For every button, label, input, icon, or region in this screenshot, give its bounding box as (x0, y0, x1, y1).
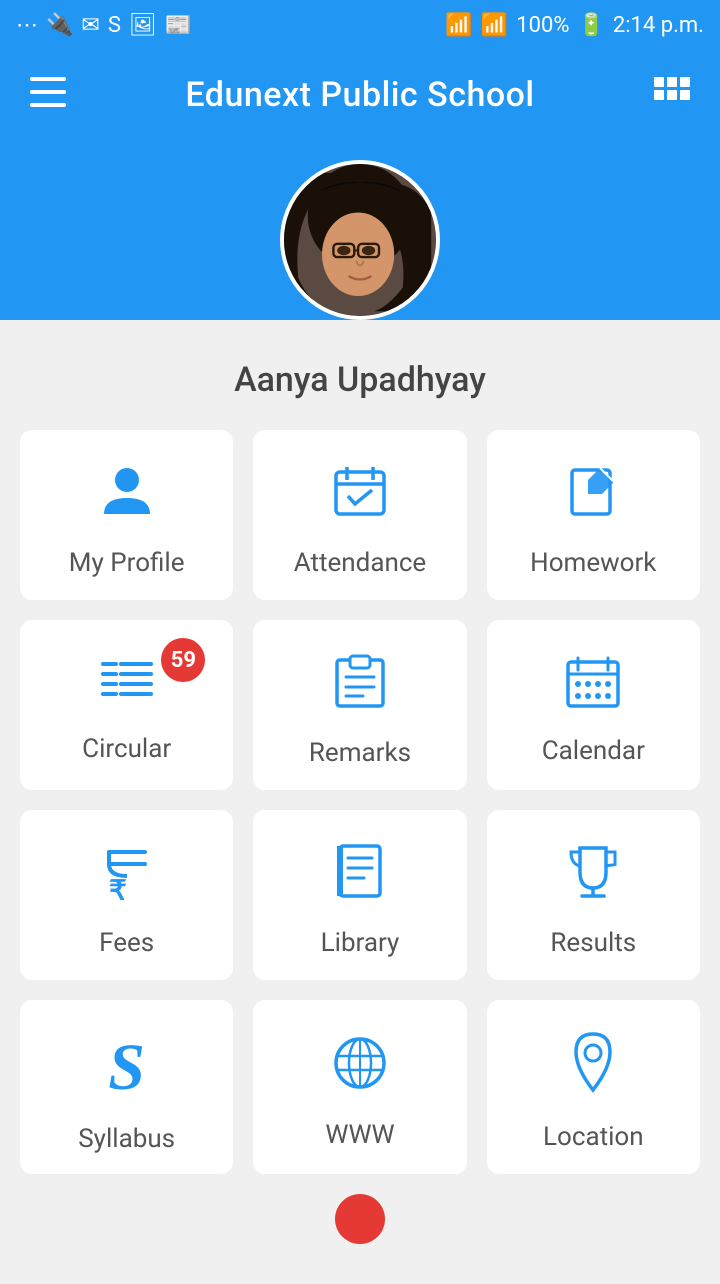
grid-item-label-syllabus: Syllabus (78, 1124, 175, 1154)
signal-icon: 📶 (481, 13, 508, 38)
status-bar-right: 📶 📶 100% 🔋 2:14 p.m. (445, 13, 704, 38)
grid-item-www[interactable]: WWW (253, 1000, 466, 1174)
grid-item-label-homework: Homework (530, 548, 656, 578)
flipboard-icon: 📰 (165, 13, 192, 38)
grid-item-label-calendar: Calendar (542, 736, 645, 766)
avatar (280, 160, 440, 320)
grid-item-library[interactable]: Library (253, 810, 466, 980)
image-icon: 🖼 (129, 13, 157, 38)
edit-icon (564, 462, 622, 530)
wifi-icon: 📶 (445, 13, 472, 38)
menu-dots-icon: ⋯ (16, 13, 38, 38)
mail-icon: ✉ (81, 13, 99, 38)
grid-item-my-profile[interactable]: My Profile (20, 430, 233, 600)
menu-grid: My Profile Attendance (10, 430, 710, 1174)
grid-item-circular[interactable]: 59 Circular (20, 620, 233, 790)
grid-item-label-my-profile: My Profile (69, 548, 185, 578)
grid-item-syllabus[interactable]: S Syllabus (20, 1000, 233, 1174)
bottom-fab-hint[interactable] (335, 1194, 385, 1244)
grid-item-label-fees: Fees (99, 928, 154, 958)
grid-item-label-circular: Circular (82, 734, 171, 764)
grid-item-label-www: WWW (325, 1120, 394, 1150)
user-name: Aanya Upadhyay (234, 360, 486, 400)
time-display: 2:14 p.m. (613, 13, 704, 38)
rupee-icon: ₹ (105, 842, 149, 910)
clipboard-icon (333, 652, 387, 720)
person-icon (98, 462, 156, 530)
hamburger-menu-icon[interactable] (30, 74, 66, 116)
grid-item-location[interactable]: Location (487, 1000, 700, 1174)
calendar-check-icon (331, 462, 389, 530)
book-icon (334, 842, 386, 910)
header: Edunext Public School (0, 50, 720, 140)
calendar-grid-icon (564, 654, 622, 718)
grid-item-calendar[interactable]: Calendar (487, 620, 700, 790)
grid-item-results[interactable]: Results (487, 810, 700, 980)
avatar-section (0, 140, 720, 320)
status-bar-left: ⋯ 🔌 ✉ S 🖼 📰 (16, 13, 192, 38)
trophy-icon (566, 842, 620, 910)
grid-item-remarks[interactable]: Remarks (253, 620, 466, 790)
grid-item-attendance[interactable]: Attendance (253, 430, 466, 600)
grid-item-label-remarks: Remarks (309, 738, 411, 768)
status-bar: ⋯ 🔌 ✉ S 🖼 📰 📶 📶 100% 🔋 2:14 p.m. (0, 0, 720, 50)
s-icon: S (108, 13, 121, 38)
location-pin-icon (570, 1032, 616, 1104)
battery-text: 100% (516, 13, 569, 38)
grid-item-label-location: Location (543, 1122, 644, 1152)
grid-item-label-attendance: Attendance (294, 548, 426, 578)
list-view-icon[interactable] (654, 74, 690, 116)
grid-item-label-results: Results (550, 928, 636, 958)
grid-item-fees[interactable]: ₹ Fees (20, 810, 233, 980)
globe-icon (331, 1034, 389, 1102)
list-icon (98, 656, 156, 716)
grid-item-label-library: Library (321, 928, 400, 958)
syllabus-s-icon: S (108, 1030, 145, 1106)
svg-text:₹: ₹ (109, 875, 127, 900)
grid-item-homework[interactable]: Homework (487, 430, 700, 600)
usb-icon: 🔌 (46, 13, 73, 38)
battery-icon: 🔋 (577, 13, 604, 38)
circular-badge: 59 (161, 638, 205, 682)
content-area: Aanya Upadhyay My Profile (0, 320, 720, 1284)
app-title: Edunext Public School (185, 75, 534, 115)
